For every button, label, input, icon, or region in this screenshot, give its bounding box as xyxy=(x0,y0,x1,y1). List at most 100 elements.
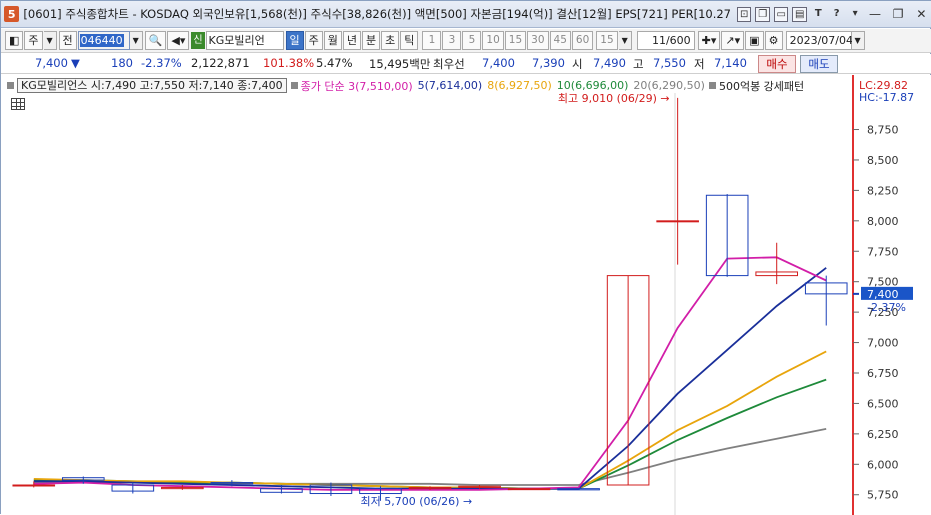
buy-button[interactable]: 매수 xyxy=(758,55,796,73)
y-tick-label: 7,000 xyxy=(867,337,899,350)
best-bid: 7,390 xyxy=(532,56,565,70)
best-ask: 7,400 xyxy=(482,56,515,70)
y-tick-label: 8,000 xyxy=(867,215,899,228)
trendline-icon[interactable]: ↗▾ xyxy=(721,31,745,50)
sell-button[interactable]: 매도 xyxy=(800,55,838,73)
period-second[interactable]: 초 xyxy=(381,31,400,50)
hc-label: HC:-17.87 xyxy=(859,91,914,104)
date-field[interactable]: 2023/07/04 xyxy=(785,31,853,50)
interval-30[interactable]: 30 xyxy=(527,31,549,50)
legend-swatch xyxy=(7,82,14,89)
legend-ma20[interactable]: 20(6,290,50) xyxy=(633,79,705,92)
copy-window-icon[interactable]: ❐ xyxy=(755,6,770,22)
screen-icon[interactable]: ▭ xyxy=(773,6,789,22)
candle-body xyxy=(507,488,551,491)
chevron-down-icon[interactable]: ▼ xyxy=(851,31,865,50)
title-bar: 5 [0601] 주식종합차트 - KOSDAQ 외국인보유[1,568(천)]… xyxy=(1,1,931,28)
window-title: [0601] 주식종합차트 - KOSDAQ 외국인보유[1,568(천)] 주… xyxy=(23,7,732,21)
layout-icon[interactable]: ◧ xyxy=(5,31,24,50)
candle-body xyxy=(12,484,56,487)
legend-ma10[interactable]: 10(6,696,00) xyxy=(557,79,629,92)
period-minute[interactable]: 분 xyxy=(362,31,381,50)
page-counter[interactable]: 11/600 xyxy=(636,31,695,50)
stock-name-field[interactable]: KG모빌리언 xyxy=(205,31,284,50)
period-year[interactable]: 년 xyxy=(342,31,362,50)
open-value: 7,490 xyxy=(593,56,626,70)
legend-pattern[interactable]: 500억봉 강세패턴 xyxy=(719,78,804,94)
low-annotation: 최저 5,700 (06/26) → xyxy=(360,495,472,508)
y-tick-label: 5,750 xyxy=(867,489,899,502)
quote-bar: 7,400 ▼ 180 -2.37% 2,122,871 101.38% 5.4… xyxy=(1,54,931,74)
y-tick-label: 6,000 xyxy=(867,458,899,471)
price-change-pct: -2.37% xyxy=(141,56,182,70)
y-tick-label: 8,250 xyxy=(867,184,899,197)
period-week[interactable]: 주 xyxy=(304,31,323,50)
interval-value-select[interactable]: 15 xyxy=(596,31,618,50)
chart-legend: KG모빌리언스 시:7,490 고:7,550 저:7,140 종:7,400 … xyxy=(7,78,804,93)
credit-badge: 신 xyxy=(191,32,205,49)
interval-10[interactable]: 10 xyxy=(482,31,504,50)
restore-icon[interactable]: ❐ xyxy=(888,6,909,22)
mode-secondary-button[interactable]: 전 xyxy=(58,31,77,50)
link-icon[interactable]: ⊡ xyxy=(736,6,752,22)
y-tick-label: 7,750 xyxy=(867,245,899,258)
minimize-icon[interactable]: — xyxy=(864,6,885,22)
print-icon[interactable]: ▤ xyxy=(792,6,807,22)
legend-ma3[interactable]: 종가 단순 3(7,510,00) xyxy=(301,78,413,94)
app-badge: 5 xyxy=(4,6,20,22)
question-icon[interactable]: ? xyxy=(829,7,843,22)
main-toolbar: ◧ 주 ▼ 전 046440 ▼ 🔍 ◀▾ 신 KG모빌리언 일 주 월 년 분… xyxy=(1,29,931,53)
crosshair-icon[interactable]: ✚▾ xyxy=(697,31,721,50)
volume-ratio: 101.38% xyxy=(263,56,315,70)
volume: 2,122,871 xyxy=(191,56,250,70)
chevron-down-icon[interactable]: ▼ xyxy=(618,31,632,50)
save-icon[interactable]: ▣ xyxy=(745,31,764,50)
period-month[interactable]: 월 xyxy=(323,31,342,50)
candle-body xyxy=(656,220,699,223)
gear-icon[interactable]: ⚙ xyxy=(764,31,783,50)
high-value: 7,550 xyxy=(653,56,686,70)
stock-code-input[interactable]: 046440 xyxy=(77,31,130,50)
low-value: 7,140 xyxy=(714,56,747,70)
interval-1[interactable]: 1 xyxy=(422,31,442,50)
interval-15[interactable]: 15 xyxy=(504,31,527,50)
y-tick-label: 8,750 xyxy=(867,124,899,137)
down-arrow-icon: ▼ xyxy=(71,56,80,70)
chevron-down-icon[interactable]: ▼ xyxy=(129,31,143,50)
period-tick[interactable]: 틱 xyxy=(400,31,419,50)
grid-icon[interactable] xyxy=(11,98,25,110)
current-pct-label: -2.37% xyxy=(867,301,906,314)
open-label: 시 xyxy=(572,57,583,71)
best-quote-label: 최우선 xyxy=(433,57,465,71)
legend-ma8[interactable]: 8(6,927,50) xyxy=(487,79,552,92)
y-tick-label: 6,750 xyxy=(867,367,899,380)
search-icon[interactable]: 🔍 xyxy=(144,31,167,50)
stock-code-value: 046440 xyxy=(79,34,124,47)
high-annotation: 최고 9,010 (06/29) → xyxy=(558,92,670,105)
interval-5[interactable]: 5 xyxy=(462,31,482,50)
period-day[interactable]: 일 xyxy=(285,31,304,50)
current-price-label: 7,400 xyxy=(867,288,899,301)
chart-window: 5 [0601] 주식종합차트 - KOSDAQ 외국인보유[1,568(천)]… xyxy=(0,0,931,515)
interval-3[interactable]: 3 xyxy=(442,31,462,50)
menu-icon[interactable]: ▾ xyxy=(848,7,862,22)
high-label: 고 xyxy=(633,57,644,71)
turnover: 5.47% xyxy=(316,56,353,70)
chevron-down-icon[interactable]: ▼ xyxy=(43,31,57,50)
trade-amount: 15,495백만 xyxy=(369,57,431,71)
y-tick-label: 8,500 xyxy=(867,154,899,167)
close-icon[interactable]: ✕ xyxy=(911,6,931,22)
price-change: 180 xyxy=(111,56,133,70)
speaker-icon[interactable]: ◀▾ xyxy=(167,31,190,50)
low-label: 저 xyxy=(694,57,705,71)
help-icon[interactable]: T xyxy=(811,7,825,22)
mode-primary-select[interactable]: 주 xyxy=(24,31,43,50)
price-chart[interactable]: 5,7506,0006,2506,5006,7507,0007,2507,500… xyxy=(1,75,931,515)
legend-ma5[interactable]: 5(7,614,00) xyxy=(418,79,483,92)
legend-series-info[interactable]: KG모빌리언스 시:7,490 고:7,550 저:7,140 종:7,400 xyxy=(17,78,287,93)
interval-45[interactable]: 45 xyxy=(549,31,571,50)
legend-swatch xyxy=(708,82,716,89)
y-tick-label: 6,500 xyxy=(867,397,899,410)
current-price: 7,400 xyxy=(35,56,68,70)
interval-60[interactable]: 60 xyxy=(571,31,594,50)
